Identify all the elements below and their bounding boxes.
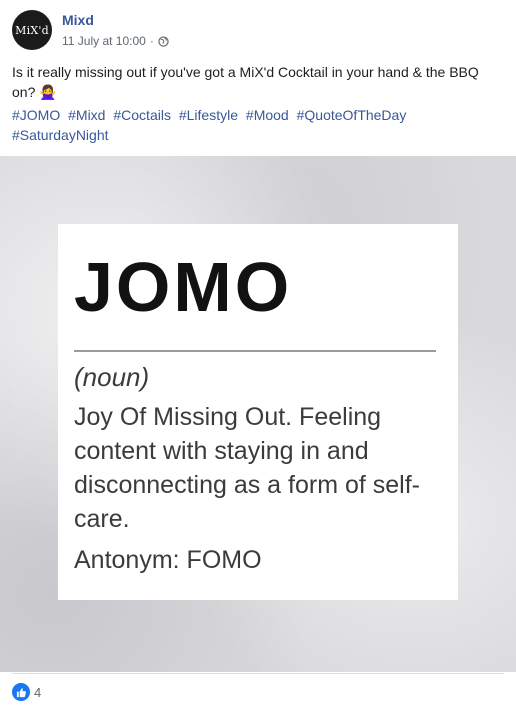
hashtag-link[interactable]: #JOMO [12,107,60,123]
hashtag-link[interactable]: #Mixd [68,107,105,123]
post-image[interactable]: JOMO (noun) Joy Of Missing Out. Feeling … [0,156,516,672]
globe-icon[interactable] [158,35,169,47]
avatar[interactable]: MiX'd [12,10,52,50]
reaction-summary[interactable]: 4 [12,682,41,702]
reaction-count: 4 [34,684,42,700]
footer-divider [12,673,504,674]
timestamp[interactable]: 11 July at 10:00 [62,34,146,48]
definition-card: JOMO (noun) Joy Of Missing Out. Feeling … [58,224,458,600]
meta-separator: · [149,34,154,48]
hashtag-list: #JOMO #Mixd #Coctails #Lifestyle #Mood #… [12,105,502,145]
avatar-logo-text: MiX'd [15,23,49,37]
hashtag-link[interactable]: #Lifestyle [179,107,238,123]
definition-text: Joy Of Missing Out. Feeling content with… [74,403,420,533]
author-name[interactable]: Mixd [62,12,94,28]
antonym-text: Antonym: FOMO [74,546,262,574]
hashtag-link[interactable]: #Coctails [113,107,171,123]
post-header: MiX'd Mixd 11 July at 10:00 · [12,10,502,54]
divider-line [74,350,436,352]
part-of-speech: (noun) [74,362,150,392]
definition-word: JOMO [74,248,293,326]
post-meta: 11 July at 10:00 · [62,34,169,48]
hashtag-link[interactable]: #QuoteOfTheDay [297,107,407,123]
post-text: Is it really missing out if you've got a… [12,64,479,100]
hashtag-link[interactable]: #SaturdayNight [12,127,109,143]
hashtag-link[interactable]: #Mood [246,107,289,123]
facebook-post: MiX'd Mixd 11 July at 10:00 · Is it real… [0,0,516,710]
like-icon [12,683,30,701]
